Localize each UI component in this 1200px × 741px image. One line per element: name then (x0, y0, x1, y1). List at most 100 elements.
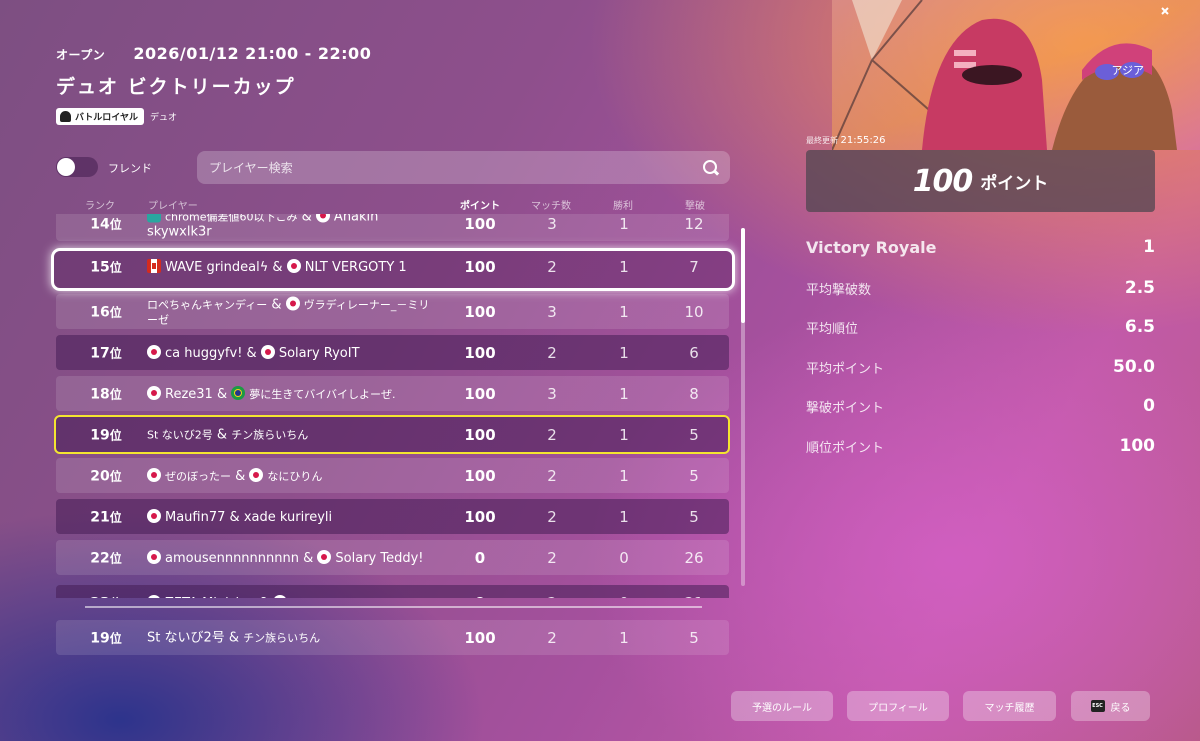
row-rank-number: 17 (90, 345, 110, 361)
scrollbar-thumb[interactable] (741, 228, 745, 323)
total-points-box: 100 ポイント (806, 150, 1155, 212)
japan-flag-icon (260, 344, 275, 359)
row-rank-suffix: 位 (109, 387, 122, 401)
self-rank-number: 19 (90, 630, 110, 646)
row-rank-suffix: 位 (109, 469, 122, 483)
player-search-input[interactable]: プレイヤー検索 (197, 151, 730, 184)
row-wins: 1 (619, 384, 629, 403)
japan-flag-icon (147, 549, 161, 564)
row-points: 100 (464, 384, 496, 403)
self-points: 100 (464, 628, 496, 647)
row-points: 100 (464, 343, 496, 362)
japan-flag-icon (317, 549, 332, 564)
rules-button[interactable]: 予選のルール (731, 691, 833, 721)
table-row[interactable]: 18位 Reze31 & 夢に生きてバイバイしよーぜ. 100 3 1 8 (56, 376, 729, 411)
player-2-name: NLT VERGOTY 1 (304, 259, 407, 275)
table-row[interactable]: 16位 ロペちゃんキャンディー & ヴラディレーナー_－ミリーゼ 100 3 1 10 (56, 294, 729, 329)
row-points: 100 (464, 257, 496, 276)
stat-placement-points: 順位ポイント 100 (806, 436, 1155, 456)
profile-button[interactable]: プロフィール (847, 691, 949, 721)
japan-flag-icon (147, 594, 161, 598)
player-1-name: ZETA Minisiva (165, 596, 255, 599)
table-row[interactable]: 21位 Maufin77 & xade kurireyli 100 2 1 5 (56, 499, 729, 534)
mode-type: デュオ (150, 113, 178, 123)
row-players: Maufin77 & xade kurireyli (147, 508, 437, 525)
self-player: St ないび2号 & チン族らいちん (147, 630, 321, 645)
hero-artwork: アジア (832, 0, 1200, 150)
column-rank: ランク (85, 201, 115, 212)
toggle-knob (57, 158, 75, 176)
stat-avg-points: 平均ポイント 50.0 (806, 357, 1155, 377)
row-wins: 1 (619, 257, 629, 276)
stat-value: 6.5 (1124, 317, 1155, 337)
self-player-2: チン族らいちん (243, 631, 321, 644)
leaderboard-table[interactable]: 14位 chrome偏差値60以下こみ & Anakin skywxlk3r 100… (56, 214, 730, 598)
self-row[interactable]: 19位 St ないび2号 & チン族らいちん 100 2 1 5 (56, 620, 729, 655)
search-placeholder: プレイヤー検索 (209, 161, 293, 175)
stat-value: 100 (1119, 436, 1156, 456)
row-matches: 2 (547, 257, 557, 276)
stat-value: 2.5 (1124, 278, 1155, 298)
row-rank-number: 18 (90, 386, 110, 402)
japan-flag-icon (286, 258, 301, 273)
profile-button-label: プロフィール (868, 702, 928, 714)
friend-label: フレンド (108, 162, 152, 175)
row-rank-suffix: 位 (110, 596, 122, 598)
table-row[interactable]: 22位 amousennnnnnnnnn & Solary Teddy! 0 2 0 26 (56, 540, 729, 575)
event-meta: オープン 2026/01/12 21:00 - 22:00 (56, 44, 371, 63)
stat-label: 平均順位 (806, 321, 859, 337)
match-history-button-label: マッチ履歴 (984, 702, 1035, 714)
row-points: 100 (464, 507, 496, 526)
brazil-flag-icon (231, 385, 246, 400)
hero-illustration (832, 0, 1200, 150)
row-rank-number: 23 (90, 595, 109, 598)
row-wins: 1 (619, 302, 629, 321)
row-rank-number: 21 (90, 509, 110, 525)
row-matches: 2 (547, 548, 557, 567)
search-icon[interactable] (703, 160, 718, 175)
friend-toggle[interactable] (56, 157, 98, 177)
self-wins: 1 (619, 628, 629, 647)
row-rank-number: 20 (90, 468, 110, 484)
row-matches: 3 (547, 214, 557, 233)
row-matches: 2 (547, 507, 557, 526)
row-rank: 22位 (56, 549, 156, 566)
row-players: WAVE grindealϟ & NLT VERGOTY 1 (147, 258, 437, 275)
row-wins: 0 (619, 548, 629, 567)
row-rank-suffix: 位 (109, 305, 122, 319)
row-rank: 17位 (56, 344, 156, 361)
self-rank: 19位 (56, 629, 156, 646)
player-1-name: ロペちゃんキャンディー (147, 298, 268, 311)
row-wins: 0 (594, 594, 654, 599)
stat-value: 0 (1143, 396, 1155, 416)
row-matches: 2 (522, 594, 582, 599)
row-rank: 16位 (56, 303, 156, 320)
self-player-1: St ないび2号 (147, 630, 225, 645)
match-history-button[interactable]: マッチ履歴 (963, 691, 1056, 721)
stat-label: Victory Royale (806, 237, 937, 257)
page-title: デュオ ビクトリーカップ (56, 76, 296, 98)
stat-avg-kills: 平均撃破数 2.5 (806, 278, 1155, 298)
player-flag-icon (147, 214, 161, 222)
stat-label: 順位ポイント (806, 440, 885, 456)
row-kills: 10 (684, 302, 704, 321)
event-status: オープン (56, 48, 106, 62)
row-points: 100 (464, 466, 496, 485)
japan-flag-icon (147, 344, 161, 359)
row-matches: 2 (547, 343, 557, 362)
row-rank: 15位 (56, 258, 156, 275)
row-rank-number: 16 (90, 304, 110, 320)
table-divider (85, 606, 702, 608)
table-row[interactable]: 17位 ca huggyfv! & Solary RyoIT 100 2 1 6 (56, 335, 729, 370)
column-points: ポイント (460, 201, 500, 212)
mode-badge: バトルロイヤル (56, 108, 145, 125)
table-row[interactable]: 15位 WAVE grindealϟ & NLT VERGOTY 1 100 2 1 7 (56, 249, 729, 284)
player-1-name: amousennnnnnnnnn (165, 550, 299, 566)
back-button[interactable]: ESC 戻る (1071, 691, 1150, 721)
table-row[interactable]: 20位 ぜのぼったー & なにひりん 100 2 1 5 (56, 458, 729, 493)
total-points-value: 100 (912, 163, 974, 199)
table-row[interactable]: 23位ZETA Minisiva & CTR シャイ!!02021 (56, 585, 729, 598)
row-kills: 7 (689, 257, 699, 276)
self-rank-suffix: 位 (109, 631, 122, 645)
table-row[interactable]: 14位 chrome偏差値60以下こみ & Anakin skywxlk3r 100… (56, 214, 729, 241)
